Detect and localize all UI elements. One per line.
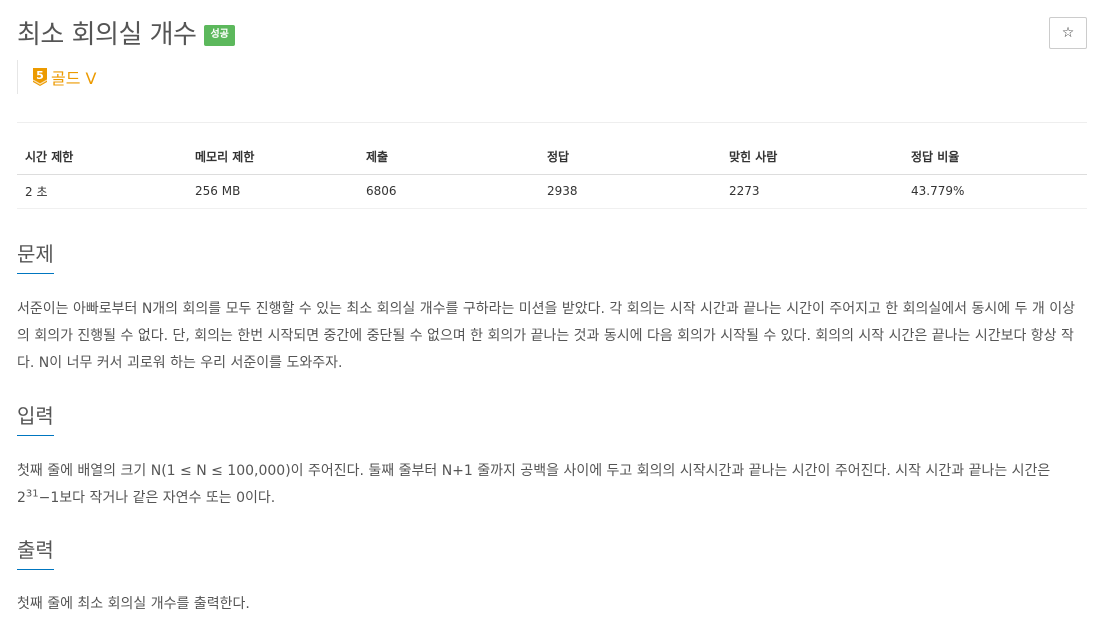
tier-line[interactable]: 5 골드 V — [17, 60, 96, 94]
svg-text:5: 5 — [36, 69, 44, 82]
section-divider — [17, 567, 1087, 568]
info-table-row: 2 초 256 MB 6806 2938 2273 43.779% — [17, 174, 1087, 209]
output-description: 첫째 줄에 최소 회의실 개수를 출력한다. — [17, 596, 250, 612]
header-divider — [17, 122, 1087, 123]
cell-submissions: 6806 — [358, 174, 539, 209]
header-solvers: 맞힌 사람 — [721, 140, 903, 175]
input-exponent: 31 — [25, 488, 39, 500]
cell-solvers: 2273 — [721, 174, 903, 209]
input-text-part2: −1보다 작거나 같은 자연수 또는 0이다. — [38, 490, 276, 506]
cell-accept-ratio: 43.779% — [903, 174, 1087, 209]
status-badge: 성공 — [204, 24, 235, 46]
input-section-header: 입력 — [17, 400, 1087, 436]
star-button[interactable]: ☆ — [1049, 17, 1087, 49]
tier-gold-5-icon: 5 — [32, 68, 48, 86]
header-submissions: 제출 — [358, 140, 539, 175]
problem-info-table: 시간 제한 메모리 제한 제출 정답 맞힌 사람 정답 비율 2 초 256 M… — [17, 140, 1087, 209]
input-section-title: 입력 — [17, 400, 54, 436]
page-title: 최소 회의실 개수 — [17, 19, 197, 50]
output-section-title: 출력 — [17, 534, 54, 570]
header-memory-limit: 메모리 제한 — [187, 140, 358, 175]
title-row: 최소 회의실 개수 성공 — [17, 14, 235, 50]
section-divider — [17, 270, 1087, 271]
info-table-header-row: 시간 제한 메모리 제한 제출 정답 맞힌 사람 정답 비율 — [17, 140, 1087, 175]
cell-time-limit: 2 초 — [17, 174, 187, 209]
tier-label: 골드 V — [51, 69, 97, 88]
header-time-limit: 시간 제한 — [17, 140, 187, 175]
star-icon: ☆ — [1061, 25, 1075, 41]
output-section-header: 출력 — [17, 534, 1087, 570]
cell-memory-limit: 256 MB — [187, 174, 358, 209]
input-description: 첫째 줄에 배열의 크기 N(1 ≤ N ≤ 100,000)이 주어진다. 둘… — [17, 458, 1087, 512]
cell-accepted: 2938 — [539, 174, 721, 209]
problem-section-header: 문제 — [17, 238, 1087, 274]
section-divider — [17, 433, 1087, 434]
header-accepted: 정답 — [539, 140, 721, 175]
problem-section-title: 문제 — [17, 238, 54, 274]
header-accept-ratio: 정답 비율 — [903, 140, 1087, 175]
problem-description: 서준이는 아빠로부터 N개의 회의를 모두 진행할 수 있는 최소 회의실 개수… — [17, 301, 1075, 371]
